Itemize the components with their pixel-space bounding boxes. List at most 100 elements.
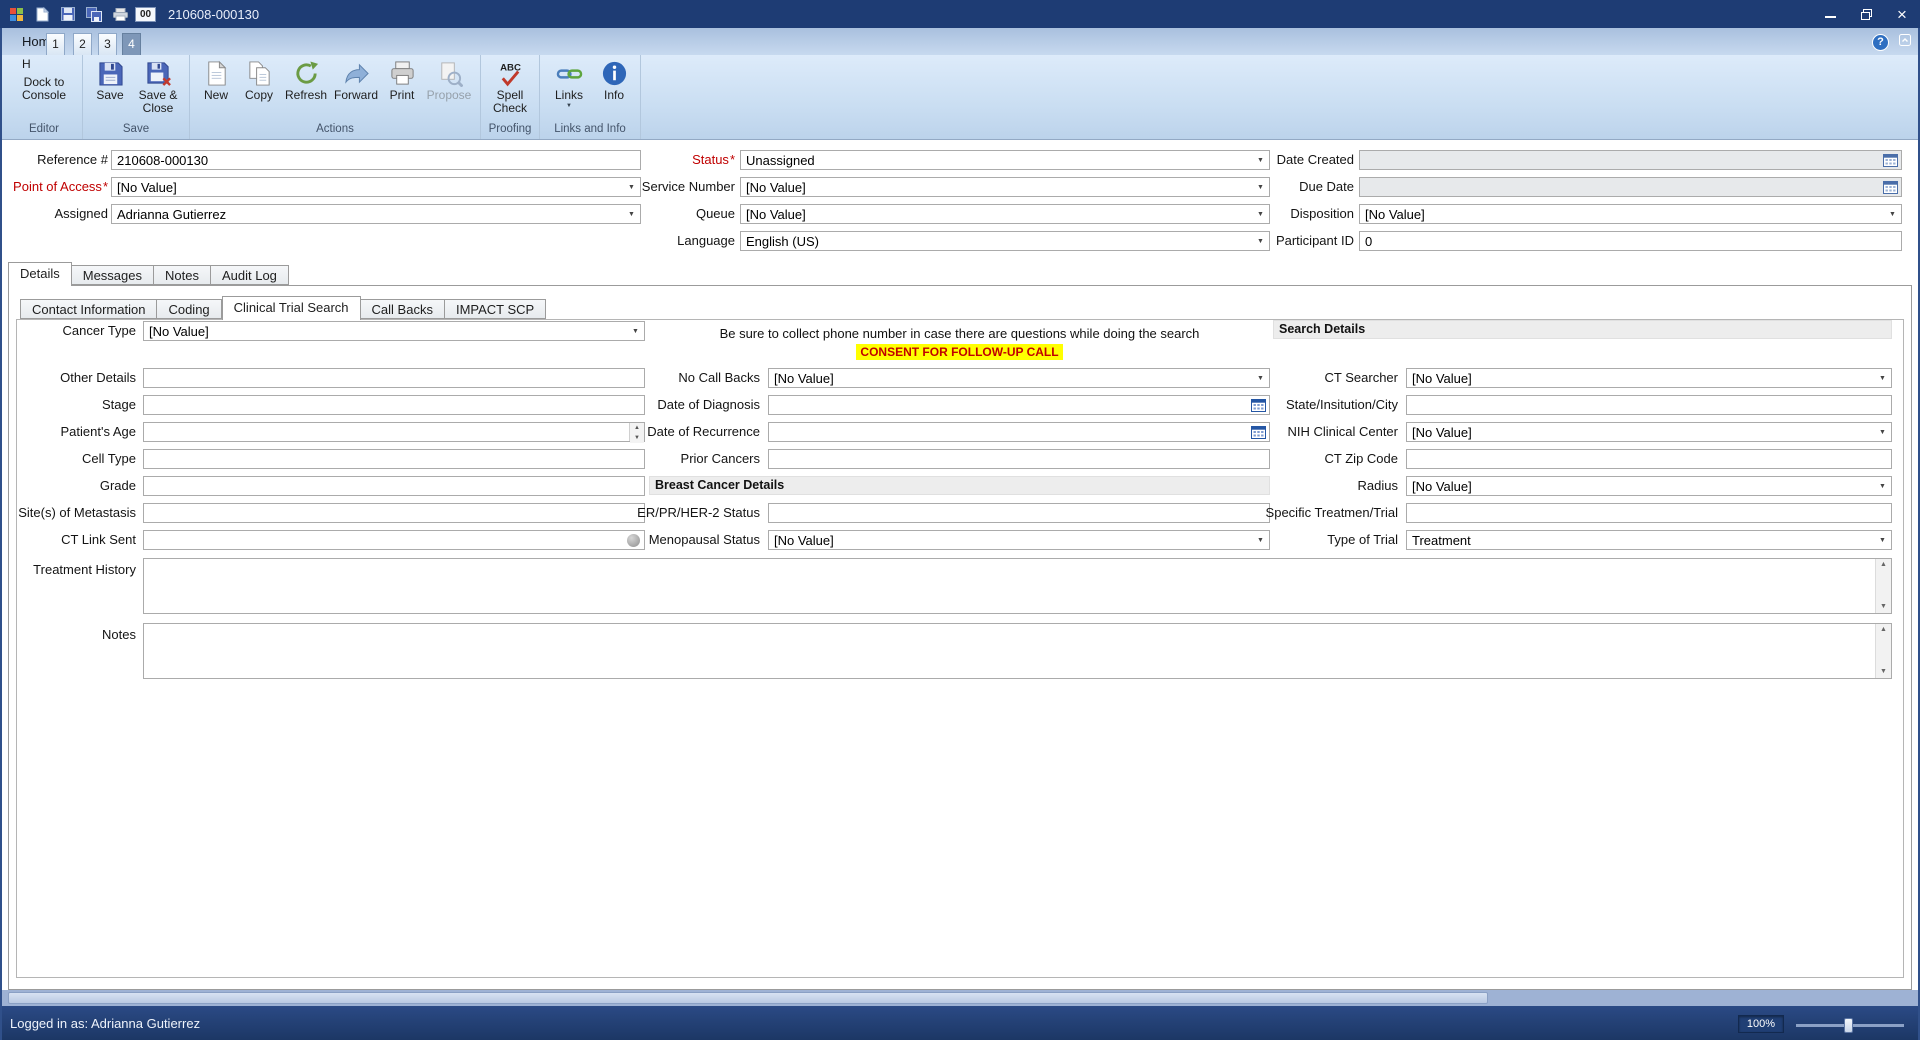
save-all-icon[interactable]: [83, 3, 105, 25]
dock-to-console-button[interactable]: Dock to Console: [11, 57, 77, 121]
subtab-impact-scp[interactable]: IMPACT SCP: [445, 299, 546, 319]
forward-button[interactable]: Forward: [331, 57, 381, 121]
ribbon-group-links-info: Links ▼ Info Links and Info: [540, 55, 641, 139]
subtab-call-backs[interactable]: Call Backs: [361, 299, 445, 319]
treatment-history-field[interactable]: ▲▼: [143, 558, 1892, 614]
consent-note-wrap: CONSENT FOR FOLLOW-UP CALL: [649, 343, 1270, 361]
chevron-down-icon: ▼: [1874, 375, 1891, 382]
save-and-close-button[interactable]: Save & Close: [132, 57, 184, 121]
prior-cancers-label: Prior Cancers: [548, 449, 760, 469]
no-call-backs-label: No Call Backs: [548, 368, 760, 388]
copy-button[interactable]: Copy: [237, 57, 281, 121]
nih-clinical-center-label: NIH Clinical Center: [1186, 422, 1398, 442]
date-of-recurrence-input[interactable]: [769, 423, 1247, 441]
record-count-badge: 00: [135, 7, 156, 22]
date-of-diagnosis-input[interactable]: [769, 396, 1247, 414]
ribbon-group-label-save: Save: [88, 122, 184, 139]
ct-searcher-select[interactable]: [No Value]▼: [1406, 368, 1892, 388]
propose-button[interactable]: Propose: [423, 57, 475, 121]
radius-select[interactable]: [No Value]▼: [1406, 476, 1892, 496]
notes-textarea[interactable]: [144, 624, 1875, 678]
propose-icon: [436, 60, 463, 87]
zoom-slider-thumb[interactable]: [1844, 1018, 1853, 1033]
type-of-trial-value: Treatment: [1407, 533, 1874, 548]
menopausal-status-label: Menopausal Status: [548, 530, 760, 550]
save-button[interactable]: Save: [88, 57, 132, 121]
notes-field[interactable]: ▲▼: [143, 623, 1892, 679]
chevron-down-icon: ▼: [627, 328, 644, 335]
consent-note: CONSENT FOR FOLLOW-UP CALL: [856, 344, 1062, 360]
info-icon: [601, 60, 628, 87]
tab-notes[interactable]: Notes: [154, 265, 211, 285]
printer-icon: [389, 60, 416, 87]
ribbon: Dock to Console Editor Save Save & Close…: [0, 55, 1920, 140]
ribbon-group-label-editor: Editor: [11, 122, 77, 139]
minimize-button[interactable]: [1812, 0, 1848, 28]
cancer-type-select[interactable]: [No Value]▼: [143, 321, 645, 341]
patients-age-label: Patient's Age: [0, 422, 136, 442]
ribbon-tab-row: Hom 1 2 3 4 ?: [0, 28, 1920, 55]
zoom-slider[interactable]: [1796, 1024, 1904, 1027]
horizontal-scrollbar-thumb[interactable]: [8, 992, 1488, 1004]
subtab-coding[interactable]: Coding: [157, 299, 221, 319]
radius-value: [No Value]: [1407, 479, 1874, 494]
vertical-scrollbar[interactable]: ▲▼: [1875, 559, 1891, 613]
subtab-contact-information[interactable]: Contact Information: [20, 299, 157, 319]
save-icon[interactable]: [57, 3, 79, 25]
nih-clinical-center-select[interactable]: [No Value]▼: [1406, 422, 1892, 442]
vertical-scrollbar[interactable]: ▲▼: [1875, 624, 1891, 678]
spell-check-button[interactable]: ABC Spell Check: [486, 57, 534, 121]
chevron-down-icon: ▼: [1874, 483, 1891, 490]
scroll-up-icon[interactable]: ▲: [1876, 624, 1891, 636]
ct-searcher-value: [No Value]: [1407, 371, 1874, 386]
info-button[interactable]: Info: [593, 57, 635, 121]
treatment-history-textarea[interactable]: [144, 559, 1875, 613]
ribbon-group-label-proofing: Proofing: [486, 122, 534, 139]
record-tab-3[interactable]: 3: [98, 33, 117, 55]
restore-button[interactable]: [1848, 0, 1884, 28]
window-title: 210608-000130: [168, 7, 259, 22]
chevron-down-icon: ▼: [1874, 537, 1891, 544]
print-button[interactable]: Print: [381, 57, 423, 121]
instruction-text: Be sure to collect phone number in case …: [649, 326, 1270, 341]
new-button[interactable]: New: [195, 57, 237, 121]
breast-cancer-details-header: Breast Cancer Details: [649, 476, 1270, 495]
refresh-button[interactable]: Refresh: [281, 57, 331, 121]
cancer-type-value: [No Value]: [144, 324, 627, 339]
grade-input[interactable]: [143, 476, 645, 496]
tab-details[interactable]: Details: [8, 262, 72, 286]
print-icon[interactable]: [109, 3, 131, 25]
app-logo-icon[interactable]: [5, 3, 27, 25]
dropdown-caret-icon: ▼: [566, 103, 572, 109]
subtab-clinical-trial-search[interactable]: Clinical Trial Search: [222, 296, 361, 320]
ct-zip-code-input[interactable]: [1406, 449, 1892, 469]
scroll-down-icon[interactable]: ▼: [1876, 601, 1891, 613]
state-institution-city-input[interactable]: [1406, 395, 1892, 415]
date-of-diagnosis-label: Date of Diagnosis: [548, 395, 760, 415]
new-document-icon[interactable]: [31, 3, 53, 25]
horizontal-scrollbar[interactable]: [0, 990, 1920, 1006]
links-button[interactable]: Links ▼: [545, 57, 593, 121]
scroll-up-icon[interactable]: ▲: [1876, 559, 1891, 571]
specific-treatment-trial-input[interactable]: [1406, 503, 1892, 523]
nih-clinical-center-value: [No Value]: [1407, 425, 1874, 440]
metastasis-label: Site(s) of Metastasis: [0, 503, 136, 523]
help-icon[interactable]: ?: [1872, 34, 1889, 51]
type-of-trial-select[interactable]: Treatment▼: [1406, 530, 1892, 550]
tab-audit-log[interactable]: Audit Log: [211, 265, 289, 285]
ribbon-options-icon[interactable]: [1898, 33, 1912, 52]
search-details-header: Search Details: [1273, 320, 1892, 339]
close-button[interactable]: ×: [1884, 0, 1920, 28]
other-details-label: Other Details: [0, 368, 136, 388]
zoom-level: 100%: [1738, 1015, 1784, 1033]
statusbar: Logged in as: Adrianna Gutierrez 100%: [0, 1006, 1920, 1040]
scroll-down-icon[interactable]: ▼: [1876, 666, 1891, 678]
quick-access-toolbar: 00: [0, 3, 156, 25]
window-border-left: [0, 28, 2, 1040]
record-tab-4[interactable]: 4: [122, 33, 141, 55]
type-of-trial-label: Type of Trial: [1186, 530, 1398, 550]
tab-messages[interactable]: Messages: [72, 265, 154, 285]
record-tab-2[interactable]: 2: [73, 33, 92, 55]
record-tab-1[interactable]: 1: [46, 33, 65, 55]
sub-tab-strip: Contact Information Coding Clinical Tria…: [20, 296, 546, 320]
